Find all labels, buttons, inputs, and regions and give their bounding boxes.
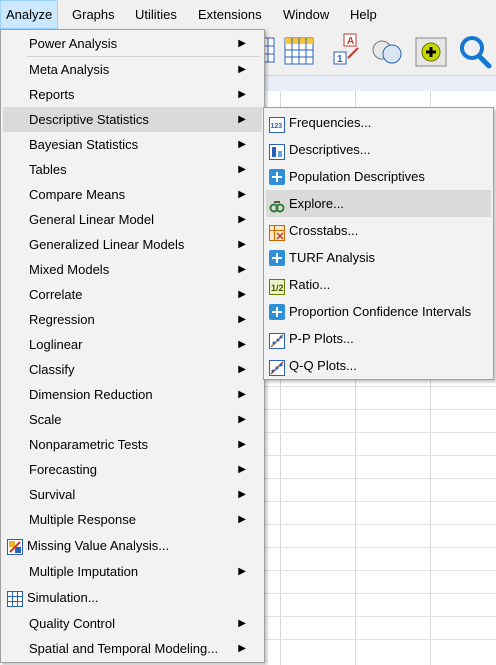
menu-item-power-analysis[interactable]: Power Analysis ▶ [3, 31, 262, 56]
menu-item-scale[interactable]: Scale ▶ [3, 407, 262, 432]
menu-item-meta-analysis[interactable]: Meta Analysis ▶ [3, 57, 262, 82]
svg-text:1: 1 [337, 54, 343, 65]
menu-graphs[interactable]: Graphs [67, 0, 120, 29]
chevron-right-icon: ▶ [238, 389, 246, 400]
chevron-right-icon: ▶ [238, 314, 246, 325]
chevron-right-icon: ▶ [238, 439, 246, 450]
menu-item-loglinear[interactable]: Loglinear ▶ [3, 332, 262, 357]
chevron-right-icon: ▶ [238, 464, 246, 475]
menu-item-forecasting[interactable]: Forecasting ▶ [3, 457, 262, 482]
menu-item-compare-means[interactable]: Compare Means ▶ [3, 182, 262, 207]
submenu-item-turf-analysis[interactable]: TURF Analysis [266, 244, 491, 271]
menu-item-mixed-models[interactable]: Mixed Models ▶ [3, 257, 262, 282]
plus-box-icon [269, 169, 285, 185]
svg-text:1/2: 1/2 [271, 283, 284, 293]
menu-item-nonparametric-tests[interactable]: Nonparametric Tests ▶ [3, 432, 262, 457]
menu-item-reports[interactable]: Reports ▶ [3, 82, 262, 107]
descriptive-statistics-submenu: 123 Frequencies... Descriptives... Popul… [263, 107, 494, 380]
chevron-right-icon: ▶ [238, 64, 246, 75]
submenu-item-ratio[interactable]: 1/2 Ratio... [266, 271, 491, 298]
menu-extensions[interactable]: Extensions [193, 0, 267, 29]
menu-window[interactable]: Window [278, 0, 334, 29]
menu-item-generalized-linear-models[interactable]: Generalized Linear Models ▶ [3, 232, 262, 257]
select-cases-icon[interactable] [370, 32, 404, 72]
menu-item-regression[interactable]: Regression ▶ [3, 307, 262, 332]
chevron-right-icon: ▶ [238, 618, 246, 629]
chevron-right-icon: ▶ [238, 164, 246, 175]
search-icon[interactable] [458, 32, 492, 72]
chevron-right-icon: ▶ [238, 364, 246, 375]
simulation-icon [7, 590, 23, 607]
chevron-right-icon: ▶ [238, 139, 246, 150]
submenu-item-qq-plots[interactable]: Q-Q Plots... [266, 352, 491, 379]
explore-icon [269, 196, 285, 213]
menu-utilities[interactable]: Utilities [130, 0, 182, 29]
menu-item-quality-control[interactable]: Quality Control ▶ [3, 611, 262, 636]
submenu-item-proportion-confidence-intervals[interactable]: Proportion Confidence Intervals [266, 298, 491, 325]
chevron-right-icon: ▶ [238, 514, 246, 525]
chevron-right-icon: ▶ [238, 264, 246, 275]
submenu-item-pp-plots[interactable]: P-P Plots... [266, 325, 491, 352]
descriptives-icon [269, 142, 285, 160]
menu-item-survival[interactable]: Survival ▶ [3, 482, 262, 507]
chevron-right-icon: ▶ [238, 189, 246, 200]
chevron-right-icon: ▶ [238, 489, 246, 500]
menu-item-general-linear-model[interactable]: General Linear Model ▶ [3, 207, 262, 232]
chevron-right-icon: ▶ [238, 566, 246, 577]
qq-plot-icon [269, 358, 285, 376]
analyze-menu: Power Analysis ▶ Meta Analysis ▶ Reports ▶ … [0, 29, 265, 663]
menu-item-descriptive-statistics[interactable]: Descriptive Statistics ▶ [3, 107, 262, 132]
submenu-item-population-descriptives[interactable]: Population Descriptives [266, 163, 491, 190]
chevron-right-icon: ▶ [238, 643, 246, 654]
submenu-item-descriptives[interactable]: Descriptives... [266, 136, 491, 163]
chevron-right-icon: ▶ [238, 289, 246, 300]
chevron-right-icon: ▶ [238, 114, 246, 125]
submenu-item-explore[interactable]: Explore... [266, 190, 491, 217]
menu-analyze[interactable]: Analyze [0, 0, 59, 29]
submenu-item-crosstabs[interactable]: Crosstabs... [266, 217, 491, 244]
menu-item-missing-value-analysis[interactable]: Missing Value Analysis... [3, 533, 262, 558]
pp-plot-icon [269, 331, 285, 349]
submenu-item-frequencies[interactable]: 123 Frequencies... [266, 109, 491, 136]
chevron-right-icon: ▶ [238, 414, 246, 425]
menu-item-bayesian-statistics[interactable]: Bayesian Statistics ▶ [3, 132, 262, 157]
menu-item-tables[interactable]: Tables ▶ [3, 157, 262, 182]
menu-help[interactable]: Help [345, 0, 382, 29]
missing-value-icon [7, 538, 23, 555]
variable-sort-icon[interactable]: A1 [330, 32, 364, 72]
menu-item-dimension-reduction[interactable]: Dimension Reduction ▶ [3, 382, 262, 407]
svg-text:A: A [347, 36, 354, 47]
menu-item-classify[interactable]: Classify ▶ [3, 357, 262, 382]
menu-item-multiple-imputation[interactable]: Multiple Imputation ▶ [3, 559, 262, 584]
menu-bar: Analyze Graphs Utilities Extensions Wind… [0, 0, 496, 30]
chevron-right-icon: ▶ [238, 339, 246, 350]
crosstabs-icon [269, 223, 285, 241]
frequencies-icon: 123 [269, 115, 285, 133]
menu-item-spatial-temporal-modeling[interactable]: Spatial and Temporal Modeling... ▶ [3, 636, 262, 661]
chevron-right-icon: ▶ [238, 239, 246, 250]
chevron-right-icon: ▶ [238, 38, 246, 49]
ratio-icon: 1/2 [269, 277, 285, 295]
chevron-right-icon: ▶ [238, 89, 246, 100]
menu-item-simulation[interactable]: Simulation... [3, 585, 262, 610]
value-labels-icon[interactable] [414, 32, 448, 72]
table-icon[interactable] [283, 32, 317, 72]
chevron-right-icon: ▶ [238, 214, 246, 225]
plus-box-icon [269, 304, 285, 320]
plus-box-icon [269, 250, 285, 266]
menu-item-multiple-response[interactable]: Multiple Response ▶ [3, 507, 262, 532]
menu-item-correlate[interactable]: Correlate ▶ [3, 282, 262, 307]
svg-text:123: 123 [271, 123, 283, 130]
